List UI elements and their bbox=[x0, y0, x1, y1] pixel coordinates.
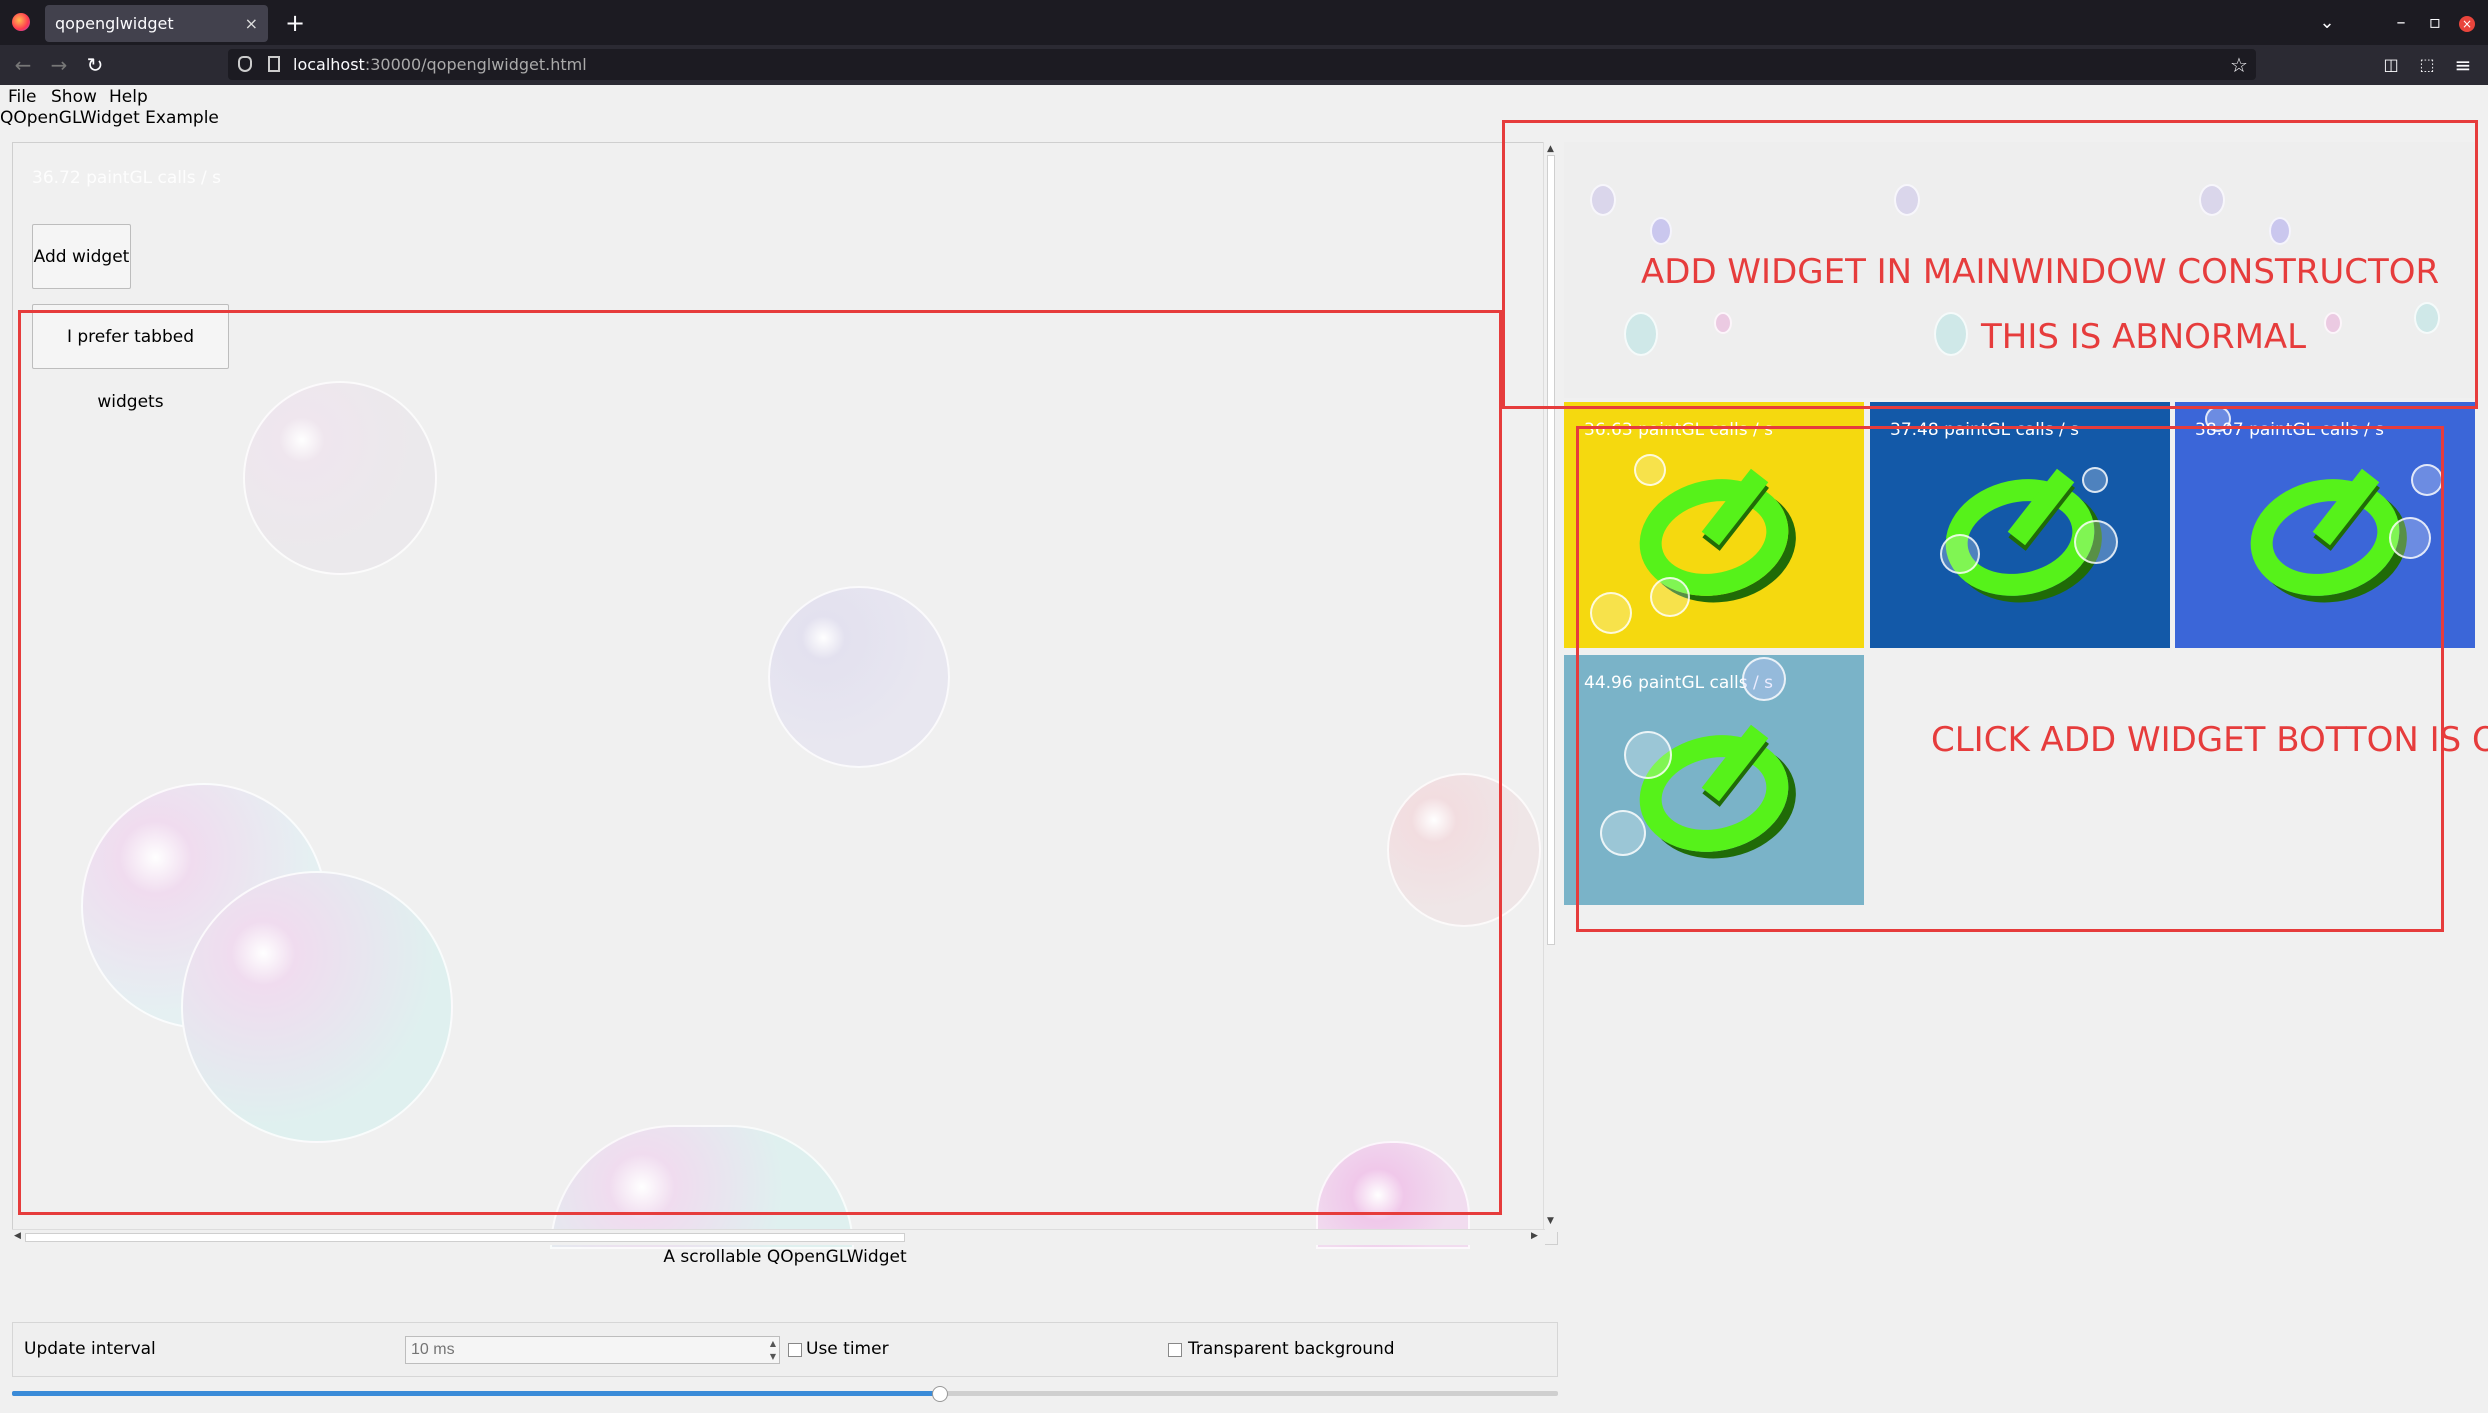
bookmark-star-icon[interactable]: ☆ bbox=[2224, 50, 2254, 80]
browser-tab[interactable]: qopenglwidget × bbox=[45, 5, 268, 42]
slider-fill bbox=[12, 1391, 940, 1396]
url-bar[interactable]: localhost:30000/qopenglwidget.html bbox=[228, 49, 2256, 80]
fps-label: 36.72 paintGL calls / s bbox=[32, 168, 221, 188]
restore-icon[interactable]: ▫ bbox=[2418, 8, 2452, 38]
annotation-text-top-line1: ADD WIDGET IN MAINWINDOW CONSTRUCTOR bbox=[1641, 252, 2440, 292]
horizontal-scroll-thumb[interactable] bbox=[25, 1233, 905, 1242]
new-tab-button[interactable]: + bbox=[280, 5, 310, 42]
tab-list-chevron-icon[interactable]: ⌄ bbox=[2310, 8, 2344, 38]
scroll-area-caption: A scrollable QOpenGLWidget bbox=[663, 1247, 907, 1267]
forward-icon[interactable]: → bbox=[44, 50, 74, 80]
menu-icon[interactable]: ≡ bbox=[2448, 50, 2478, 80]
interval-input[interactable] bbox=[405, 1336, 780, 1364]
transparent-background-checkbox[interactable] bbox=[1168, 1343, 1182, 1357]
scroll-right-icon[interactable]: ▶ bbox=[1531, 1231, 1538, 1241]
extensions-icon[interactable]: ⬚ bbox=[2412, 50, 2442, 80]
annotation-box-left bbox=[18, 310, 1502, 1215]
use-timer-label: Use timer bbox=[806, 1339, 889, 1359]
add-widget-button[interactable]: Add widget bbox=[32, 224, 131, 289]
annotation-box-bottom bbox=[1576, 426, 2444, 932]
firefox-icon bbox=[12, 13, 30, 31]
page-icon[interactable] bbox=[268, 56, 280, 72]
menu-help[interactable]: Help bbox=[109, 85, 148, 110]
shield-icon[interactable] bbox=[238, 56, 252, 72]
annotation-text-top-line2: THIS IS ABNORMAL bbox=[1981, 317, 2307, 357]
close-window-icon[interactable]: × bbox=[2450, 8, 2484, 38]
window-title: QOpenGLWidget Example bbox=[0, 108, 219, 128]
use-timer-checkbox[interactable] bbox=[788, 1343, 802, 1357]
scroll-left-icon[interactable]: ◀ bbox=[14, 1231, 21, 1241]
transparent-background-label: Transparent background bbox=[1188, 1339, 1395, 1359]
scroll-down-icon[interactable]: ▼ bbox=[1547, 1216, 1554, 1226]
back-icon[interactable]: ← bbox=[8, 50, 38, 80]
tab-close-icon[interactable]: × bbox=[245, 5, 258, 42]
url-path: :30000/qopenglwidget.html bbox=[364, 55, 587, 74]
menu-file[interactable]: File bbox=[8, 85, 36, 110]
tab-title: qopenglwidget bbox=[55, 14, 174, 33]
minimize-icon[interactable]: – bbox=[2384, 8, 2418, 38]
reload-icon[interactable]: ↻ bbox=[80, 50, 110, 80]
annotation-text-bottom: CLICK ADD WIDGET BOTTON IS OK bbox=[1931, 720, 2488, 760]
browser-tab-strip bbox=[0, 0, 2488, 45]
url-host: localhost bbox=[293, 55, 365, 74]
menu-show[interactable]: Show bbox=[51, 85, 97, 110]
pocket-icon[interactable]: ◫ bbox=[2376, 50, 2406, 80]
menu-bar: File Show Help bbox=[0, 85, 2488, 110]
update-interval-label: Update interval bbox=[24, 1339, 156, 1359]
interval-spin-icon[interactable]: ▲ ▼ bbox=[767, 1337, 779, 1363]
slider-handle[interactable] bbox=[932, 1386, 948, 1402]
